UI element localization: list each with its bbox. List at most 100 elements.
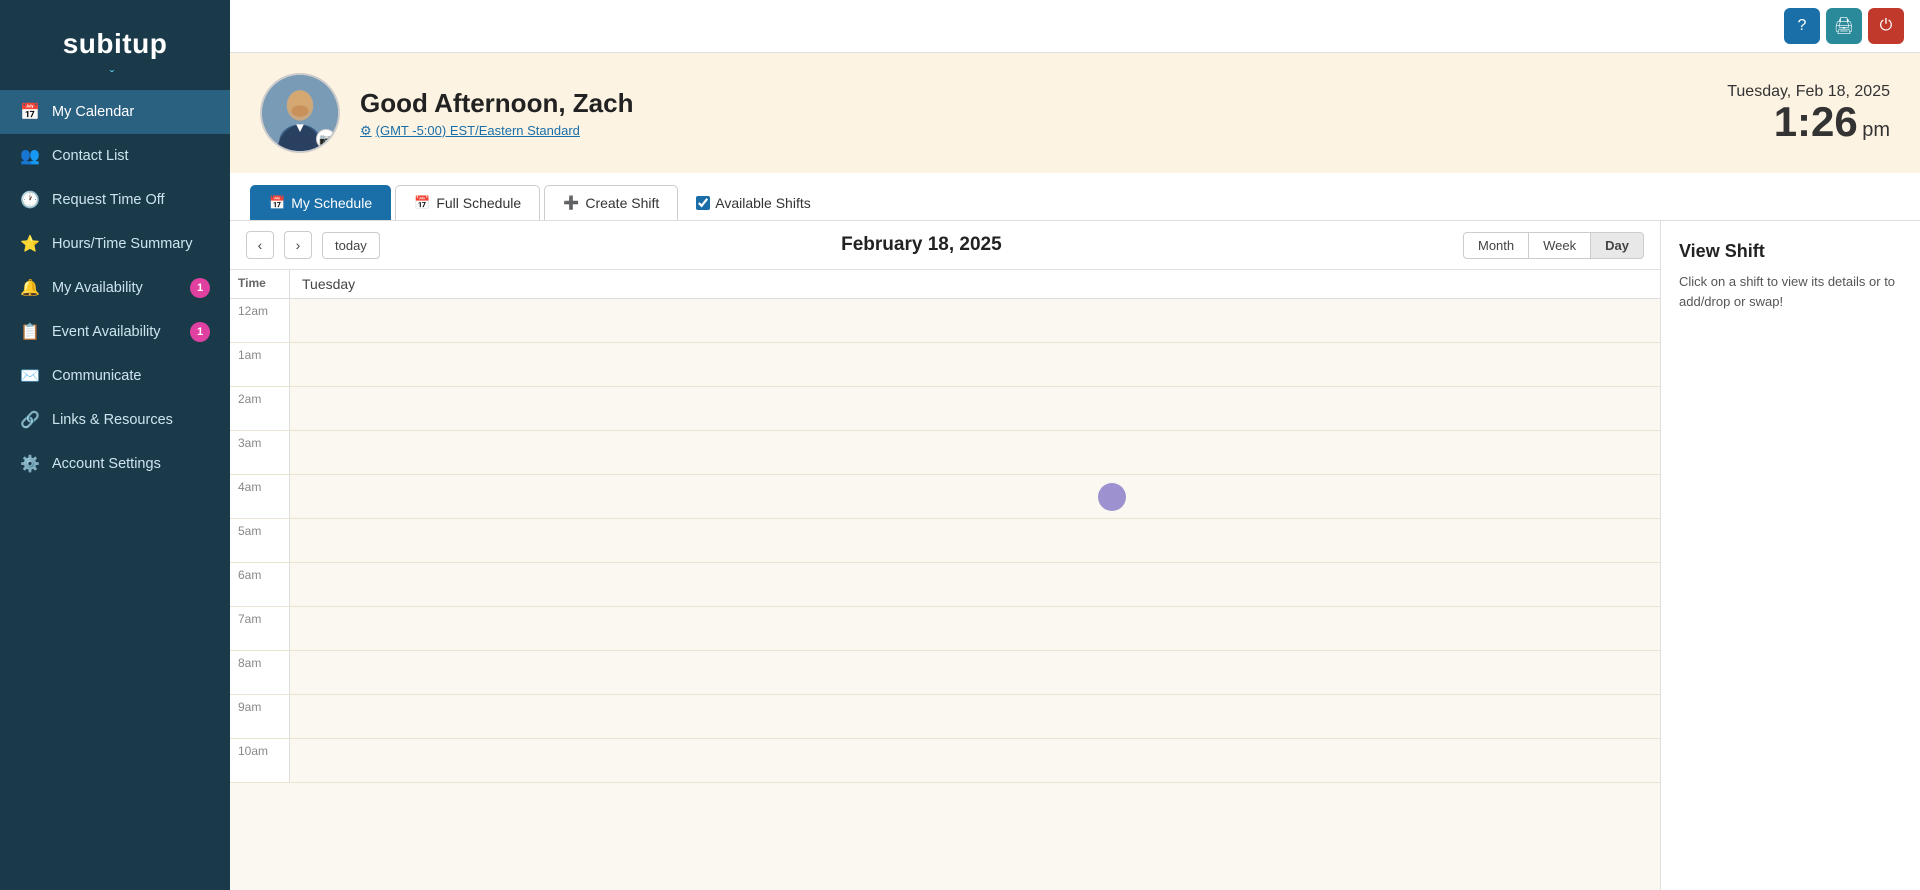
- sidebar-item-contact-list[interactable]: 👥 Contact List: [0, 134, 230, 178]
- month-view-button[interactable]: Month: [1463, 232, 1529, 259]
- available-shifts-checkbox[interactable]: [696, 196, 710, 210]
- sidebar-logo: subitup ˬ: [0, 0, 230, 90]
- tab-create-shift[interactable]: ➕ Create Shift: [544, 185, 678, 220]
- calendar-icon-2: 📅: [414, 195, 430, 211]
- time-cell[interactable]: [290, 475, 1660, 518]
- tab-my-schedule[interactable]: 📅 My Schedule: [250, 185, 391, 220]
- my-availability-icon: 🔔: [20, 278, 40, 298]
- time-label: 12am: [230, 299, 290, 342]
- tab-full-schedule-label: Full Schedule: [436, 195, 521, 211]
- time-cell[interactable]: [290, 343, 1660, 386]
- main-content: ? 🖨 ⏻: [230, 0, 1920, 890]
- time-label: 7am: [230, 607, 290, 650]
- sidebar-item-label: Request Time Off: [52, 192, 165, 208]
- view-buttons: Month Week Day: [1463, 232, 1644, 259]
- time-row: 6am: [230, 563, 1660, 607]
- time-cell[interactable]: [290, 387, 1660, 430]
- sidebar-item-my-availability[interactable]: 🔔 My Availability 1: [0, 266, 230, 310]
- time-row: 9am: [230, 695, 1660, 739]
- time-row: 5am: [230, 519, 1660, 563]
- time-cell[interactable]: [290, 695, 1660, 738]
- calendar-toolbar: ‹ › today February 18, 2025 Month Week D…: [230, 221, 1660, 270]
- sidebar-item-request-time-off[interactable]: 🕐 Request Time Off: [0, 178, 230, 222]
- contact-list-icon: 👥: [20, 146, 40, 166]
- timezone-text: (GMT -5:00) EST/Eastern Standard: [376, 123, 580, 138]
- view-shift-panel: View Shift Click on a shift to view its …: [1660, 221, 1920, 890]
- logo-smile: ˬ: [24, 56, 206, 72]
- my-availability-badge: 1: [190, 278, 210, 298]
- time-cell[interactable]: [290, 431, 1660, 474]
- tab-available-shifts-label: Available Shifts: [715, 195, 810, 211]
- prev-button[interactable]: ‹: [246, 231, 274, 259]
- sidebar-item-links-resources[interactable]: 🔗 Links & Resources: [0, 398, 230, 442]
- time-cell[interactable]: [290, 519, 1660, 562]
- sidebar-item-label: Account Settings: [52, 456, 161, 472]
- sidebar-item-label: Links & Resources: [52, 412, 173, 428]
- gear-icon: ⚙: [360, 123, 372, 139]
- calendar-main: ‹ › today February 18, 2025 Month Week D…: [230, 221, 1660, 890]
- view-shift-description: Click on a shift to view its details or …: [1679, 272, 1902, 311]
- day-view-button[interactable]: Day: [1591, 232, 1644, 259]
- header-left: 📷 Good Afternoon, Zach ⚙ (GMT -5:00) EST…: [260, 73, 633, 153]
- sidebar-item-account-settings[interactable]: ⚙️ Account Settings: [0, 442, 230, 486]
- day-column-header: Tuesday: [290, 270, 1660, 298]
- time-row: 2am: [230, 387, 1660, 431]
- sidebar-item-label: My Calendar: [52, 104, 134, 120]
- avatar: 📷: [260, 73, 340, 153]
- next-button[interactable]: ›: [284, 231, 312, 259]
- sidebar-item-label: Event Availability: [52, 324, 161, 340]
- topbar: ? 🖨 ⏻: [230, 0, 1920, 53]
- week-view-button[interactable]: Week: [1529, 232, 1591, 259]
- time-label: 4am: [230, 475, 290, 518]
- time-cell[interactable]: [290, 651, 1660, 694]
- request-time-off-icon: 🕐: [20, 190, 40, 210]
- sidebar-nav: 📅 My Calendar 👥 Contact List 🕐 Request T…: [0, 90, 230, 890]
- event-availability-badge: 1: [190, 322, 210, 342]
- time-ampm: pm: [1862, 119, 1890, 141]
- sidebar-item-label: Hours/Time Summary: [52, 236, 192, 252]
- time-cell[interactable]: [290, 299, 1660, 342]
- sidebar-item-event-availability[interactable]: 📋 Event Availability 1: [0, 310, 230, 354]
- header-greeting: 📷 Good Afternoon, Zach ⚙ (GMT -5:00) EST…: [230, 53, 1920, 173]
- account-settings-icon: ⚙️: [20, 454, 40, 474]
- avatar-camera-icon[interactable]: 📷: [316, 129, 336, 149]
- sidebar-item-communicate[interactable]: ✉️ Communicate: [0, 354, 230, 398]
- tab-available-shifts[interactable]: Available Shifts: [682, 185, 824, 220]
- sidebar: subitup ˬ 📅 My Calendar 👥 Contact List 🕐…: [0, 0, 230, 890]
- timezone-link[interactable]: ⚙ (GMT -5:00) EST/Eastern Standard: [360, 123, 633, 139]
- print-button[interactable]: 🖨: [1826, 8, 1862, 44]
- tab-create-shift-label: Create Shift: [585, 195, 659, 211]
- tab-full-schedule[interactable]: 📅 Full Schedule: [395, 185, 540, 220]
- event-availability-icon: 📋: [20, 322, 40, 342]
- time-label: 1am: [230, 343, 290, 386]
- plus-icon: ➕: [563, 195, 579, 211]
- calendar-icon: 📅: [269, 195, 285, 211]
- greeting-block: Good Afternoon, Zach ⚙ (GMT -5:00) EST/E…: [360, 88, 633, 139]
- time-row: 4am: [230, 475, 1660, 519]
- time-label: 6am: [230, 563, 290, 606]
- power-button[interactable]: ⏻: [1868, 8, 1904, 44]
- time-row: 10am: [230, 739, 1660, 783]
- time-row: 7am: [230, 607, 1660, 651]
- sidebar-item-label: My Availability: [52, 280, 143, 296]
- help-button[interactable]: ?: [1784, 8, 1820, 44]
- sidebar-item-label: Communicate: [52, 368, 141, 384]
- calendar-grid: Time Tuesday 12am 1am 2am 3am 4am 5am: [230, 270, 1660, 890]
- time-label: 2am: [230, 387, 290, 430]
- sidebar-item-hours-time-summary[interactable]: ⭐ Hours/Time Summary: [0, 222, 230, 266]
- date-time-block: Tuesday, Feb 18, 2025 1:26 pm: [1727, 83, 1890, 143]
- time-column-header: Time: [230, 270, 290, 298]
- view-shift-title: View Shift: [1679, 241, 1902, 262]
- today-button[interactable]: today: [322, 232, 380, 259]
- time-cell[interactable]: [290, 739, 1660, 782]
- links-resources-icon: 🔗: [20, 410, 40, 430]
- schedule-tabs: 📅 My Schedule 📅 Full Schedule ➕ Create S…: [230, 173, 1920, 221]
- time-row: 1am: [230, 343, 1660, 387]
- time-cell[interactable]: [290, 563, 1660, 606]
- hours-time-summary-icon: ⭐: [20, 234, 40, 254]
- sidebar-item-my-calendar[interactable]: 📅 My Calendar: [0, 90, 230, 134]
- time-cell[interactable]: [290, 607, 1660, 650]
- time-row: 12am: [230, 299, 1660, 343]
- time-label: 9am: [230, 695, 290, 738]
- time-label: 8am: [230, 651, 290, 694]
